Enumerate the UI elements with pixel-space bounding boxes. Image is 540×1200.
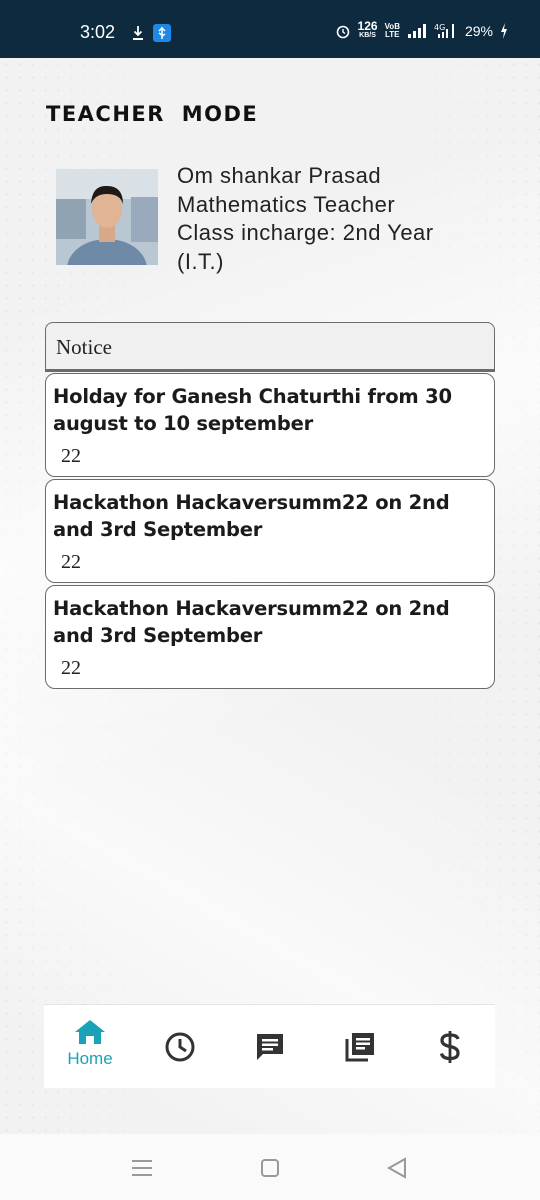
notice-list: Holday for Ganesh Chaturthi from 30 augu… — [45, 373, 495, 691]
nav-chat[interactable] — [240, 1019, 300, 1079]
signal-4g-icon: 4G — [434, 23, 454, 38]
svg-text:4G: 4G — [434, 23, 445, 32]
teacher-avatar — [56, 169, 158, 265]
notice-card[interactable]: Holday for Ganesh Chaturthi from 30 augu… — [45, 373, 495, 477]
library-icon — [345, 1033, 374, 1062]
signal-icon — [407, 24, 426, 38]
teacher-profile: Om shankar Prasad Mathematics Teacher Cl… — [177, 162, 434, 276]
nav-home[interactable]: Home — [60, 1019, 120, 1079]
notice-card[interactable]: Hackathon Hackaversumm22 on 2nd and 3rd … — [45, 479, 495, 583]
notice-title: Hackathon Hackaversumm22 on 2nd and 3rd … — [53, 491, 450, 541]
home-icon — [75, 1020, 105, 1044]
notice-year: 22 — [61, 657, 81, 679]
status-right-group: 126 KB/S VoB LTE 4G 29% — [335, 20, 508, 42]
alarm-icon — [336, 25, 349, 39]
nav-home-label: Home — [67, 1049, 113, 1068]
nav-history[interactable] — [150, 1019, 210, 1079]
clock-icon — [165, 1032, 195, 1062]
chat-icon — [257, 1034, 283, 1060]
dollar-icon — [439, 1031, 460, 1063]
home-button-icon[interactable] — [260, 1158, 280, 1178]
volte-indicator: VoB LTE — [384, 22, 400, 39]
notice-year: 22 — [61, 445, 81, 467]
status-time: 3:02 — [80, 22, 116, 42]
battery-percent: 29% — [464, 23, 493, 39]
class-incharge-cont: (I.T.) — [177, 248, 224, 274]
teacher-role: Mathematics Teacher — [177, 191, 396, 217]
notice-title: Holday for Ganesh Chaturthi from 30 augu… — [53, 385, 452, 435]
nav-library[interactable] — [330, 1019, 390, 1079]
teacher-name: Om shankar Prasad — [177, 163, 382, 188]
usb-icon — [153, 24, 171, 42]
notice-year: 22 — [61, 551, 81, 573]
charging-icon — [501, 23, 507, 39]
recents-icon[interactable] — [131, 1158, 153, 1178]
bottom-nav: Home — [44, 1004, 495, 1088]
network-speed: 126 KB/S — [357, 19, 378, 39]
download-icon — [133, 26, 143, 40]
notice-title: Hackathon Hackaversumm22 on 2nd and 3rd … — [53, 597, 450, 647]
notice-card[interactable]: Hackathon Hackaversumm22 on 2nd and 3rd … — [45, 585, 495, 689]
class-incharge: Class incharge: 2nd Year — [177, 220, 434, 245]
nav-fees[interactable] — [420, 1019, 480, 1079]
status-bar: 3:02 126 KB/S VoB LTE 4G 29% — [0, 0, 540, 58]
system-nav-bar — [0, 1134, 540, 1200]
back-icon[interactable] — [386, 1156, 408, 1180]
notice-header: Notice — [45, 322, 495, 372]
page-title: TEACHER MODE — [46, 102, 259, 126]
